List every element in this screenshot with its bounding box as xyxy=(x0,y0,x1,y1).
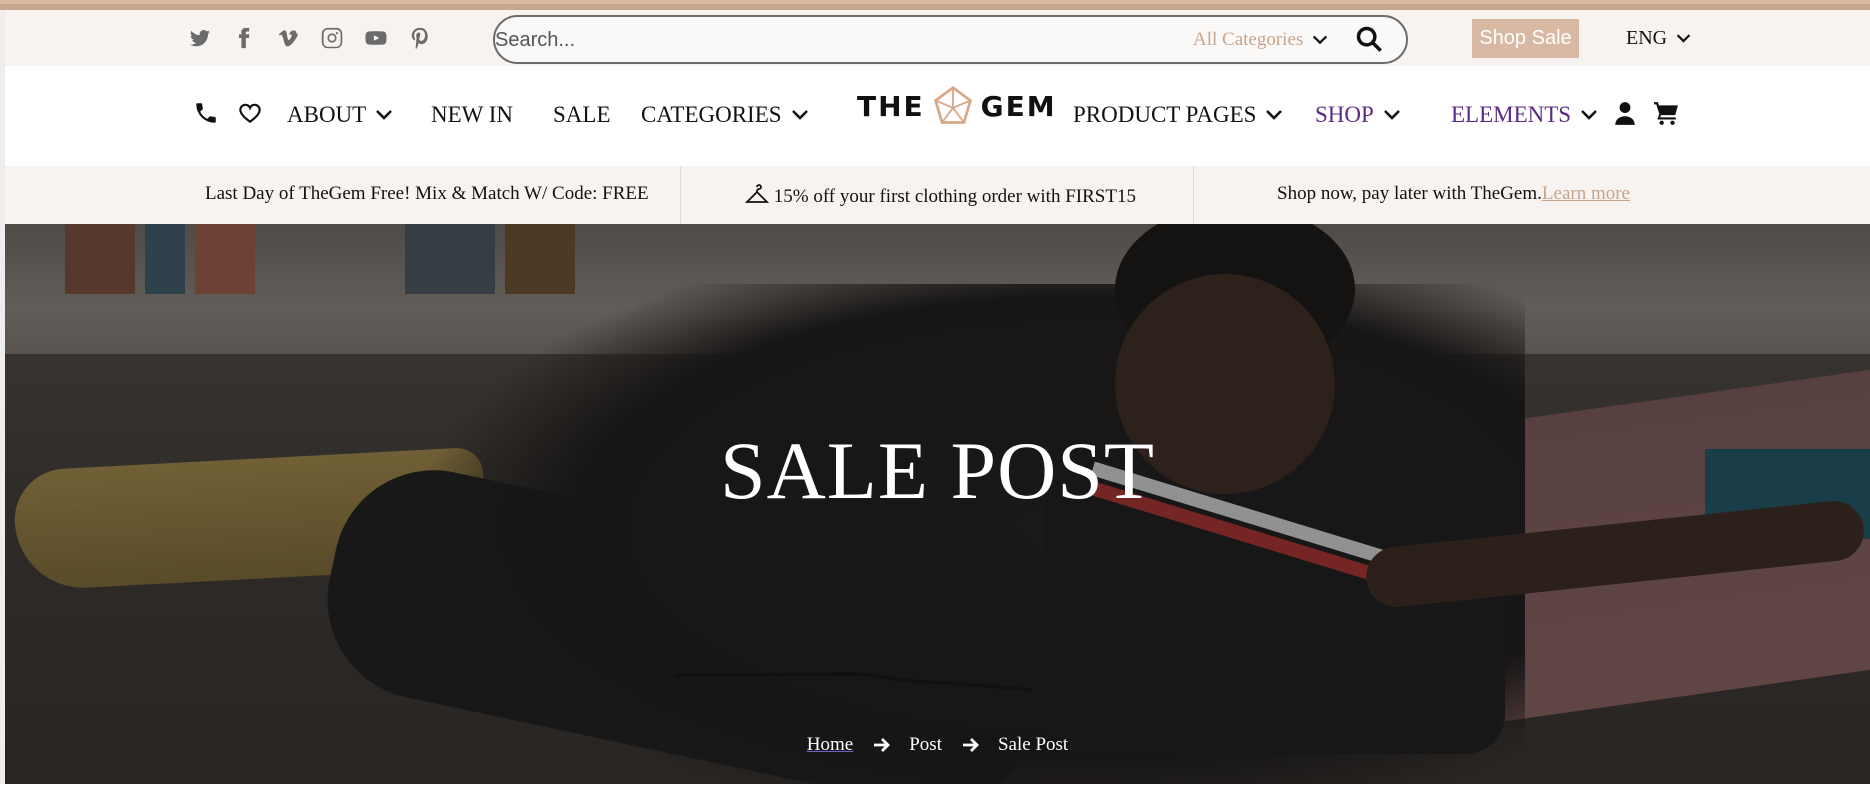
site-logo[interactable]: THE GEM xyxy=(857,84,1057,128)
user-icon[interactable] xyxy=(1612,100,1638,126)
hero-banner: SALE POST Home Post Sale Post xyxy=(5,224,1870,784)
title-underline-stroke xyxy=(675,672,1032,692)
youtube-icon[interactable] xyxy=(364,26,388,50)
nav-new-in[interactable]: NEW IN xyxy=(431,102,513,128)
breadcrumb-current: Sale Post xyxy=(997,734,1069,755)
nav-new-in-label: NEW IN xyxy=(431,102,513,127)
promo-divider xyxy=(1193,166,1194,224)
search-button[interactable] xyxy=(1355,25,1385,55)
gem-logo-icon xyxy=(933,85,972,124)
promo-bar: Last Day of TheGem Free! Mix & Match W/ … xyxy=(5,166,1870,224)
twitter-icon[interactable] xyxy=(188,26,212,50)
promo-pay-later-text: Shop now, pay later with TheGem. xyxy=(1277,183,1542,204)
cart-icon[interactable] xyxy=(1653,100,1679,126)
promo-divider xyxy=(680,166,681,224)
search-input[interactable] xyxy=(495,27,1095,53)
nav-elements[interactable]: ELEMENTS xyxy=(1451,102,1599,128)
page-content-start xyxy=(0,784,1870,802)
hanger-icon xyxy=(744,184,770,207)
chevron-down-icon xyxy=(791,110,808,120)
chevron-down-icon xyxy=(1676,34,1691,43)
top-accent-strip xyxy=(0,0,1870,10)
breadcrumb: Home Post Sale Post xyxy=(5,734,1870,756)
nav-elements-label: ELEMENTS xyxy=(1451,102,1572,127)
logo-text-right: GEM xyxy=(980,89,1057,123)
pinterest-icon[interactable] xyxy=(408,26,432,50)
vimeo-icon[interactable] xyxy=(276,26,300,50)
top-bar: All Categories Shop Sale ENG xyxy=(5,10,1870,66)
arrow-right-icon xyxy=(874,738,891,752)
category-select-label: All Categories xyxy=(1193,29,1304,50)
social-links xyxy=(188,26,432,50)
promo-pay-later: Shop now, pay later with TheGem.Learn mo… xyxy=(1277,183,1630,205)
promo-first-order-text: 15% off your first clothing order with F… xyxy=(773,186,1136,207)
instagram-icon[interactable] xyxy=(320,26,344,50)
nav-product-pages[interactable]: PRODUCT PAGES xyxy=(1073,102,1284,128)
breadcrumb-home[interactable]: Home xyxy=(807,734,853,756)
language-selector[interactable]: ENG xyxy=(1626,27,1692,50)
nav-categories-label: CATEGORIES xyxy=(641,102,782,127)
chevron-down-icon xyxy=(1266,110,1283,120)
phone-icon[interactable] xyxy=(193,100,219,126)
nav-about[interactable]: ABOUT xyxy=(287,102,394,128)
nav-shop-label: SHOP xyxy=(1315,102,1374,127)
facebook-icon[interactable] xyxy=(232,26,256,50)
nav-sale-label: SALE xyxy=(553,102,611,127)
page-title: SALE POST xyxy=(719,425,1155,516)
chevron-down-icon xyxy=(376,110,393,120)
nav-sale[interactable]: SALE xyxy=(553,102,611,128)
search-icon xyxy=(1356,26,1382,52)
learn-more-link[interactable]: Learn more xyxy=(1542,183,1630,204)
chevron-down-icon xyxy=(1313,35,1328,45)
nav-product-pages-label: PRODUCT PAGES xyxy=(1073,102,1257,127)
promo-first-order: 15% off your first clothing order with F… xyxy=(744,183,1136,208)
chevron-down-icon xyxy=(1383,110,1400,120)
category-select[interactable]: All Categories xyxy=(1193,29,1329,51)
search-bar: All Categories xyxy=(493,15,1408,64)
nav-about-label: ABOUT xyxy=(287,102,367,127)
nav-categories[interactable]: CATEGORIES xyxy=(641,102,810,128)
main-nav: ABOUT NEW IN SALE CATEGORIES THE GEM PRO… xyxy=(5,66,1870,166)
breadcrumb-post[interactable]: Post xyxy=(909,734,942,756)
arrow-right-icon xyxy=(962,738,979,752)
language-label: ENG xyxy=(1626,27,1668,49)
promo-free-code: Last Day of TheGem Free! Mix & Match W/ … xyxy=(205,183,649,204)
logo-text-left: THE xyxy=(857,89,925,123)
chevron-down-icon xyxy=(1581,110,1598,120)
nav-shop[interactable]: SHOP xyxy=(1315,102,1402,128)
shop-sale-button[interactable]: Shop Sale xyxy=(1472,19,1579,58)
heart-icon[interactable] xyxy=(237,100,263,126)
